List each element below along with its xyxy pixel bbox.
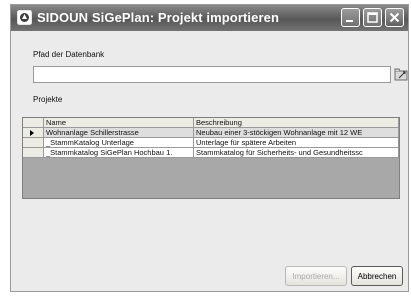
database-path-label: Pfad der Datenbank: [33, 50, 105, 59]
cancel-button[interactable]: Abbrechen: [351, 266, 403, 286]
window-title: SIDOUN SiGePlan: Projekt importieren: [37, 10, 279, 25]
table-row[interactable]: _Stammkatalog SiGePlan Hochbau 1. Stammk…: [23, 148, 399, 158]
browse-folder-icon[interactable]: [393, 66, 410, 83]
row-indicator[interactable]: [23, 138, 44, 148]
close-button[interactable]: [385, 8, 404, 27]
app-icon: [17, 10, 32, 25]
maximize-icon: [367, 12, 378, 23]
row-indicator-header: [23, 118, 44, 128]
minimize-icon: [346, 20, 353, 22]
database-path-input[interactable]: [33, 66, 391, 83]
project-name-cell[interactable]: Wohnanlage Schillerstrasse: [44, 128, 194, 138]
close-icon: [389, 12, 400, 23]
projects-grid[interactable]: Name Beschreibung Wohnanlage Schillerstr…: [22, 117, 400, 199]
project-name-cell[interactable]: _StammKatalog Unterlage: [44, 138, 194, 148]
column-header-description[interactable]: Beschreibung: [194, 118, 399, 128]
projects-label: Projekte: [33, 95, 63, 104]
row-indicator[interactable]: [23, 148, 44, 158]
import-button[interactable]: Importieren...: [285, 266, 347, 286]
project-description-cell[interactable]: Neubau einer 3-stöckigen Wohnanlage mit …: [194, 128, 399, 138]
title-bar[interactable]: SIDOUN SiGePlan: Projekt importieren: [11, 5, 408, 31]
project-name-cell[interactable]: _Stammkatalog SiGePlan Hochbau 1.: [44, 148, 194, 158]
maximize-button[interactable]: [363, 8, 382, 27]
project-description-cell[interactable]: Unterlage für spätere Arbeiten: [194, 138, 399, 148]
minimize-button[interactable]: [341, 8, 360, 27]
grid-header-row: Name Beschreibung: [23, 118, 399, 128]
project-description-cell[interactable]: Stammkatalog für Sicherheits- und Gesund…: [194, 148, 399, 158]
current-row-arrow-icon: [30, 130, 34, 136]
column-header-name[interactable]: Name: [44, 118, 194, 128]
table-row[interactable]: _StammKatalog Unterlage Unterlage für sp…: [23, 138, 399, 148]
row-indicator[interactable]: [23, 128, 44, 138]
table-row[interactable]: Wohnanlage Schillerstrasse Neubau einer …: [23, 128, 399, 138]
